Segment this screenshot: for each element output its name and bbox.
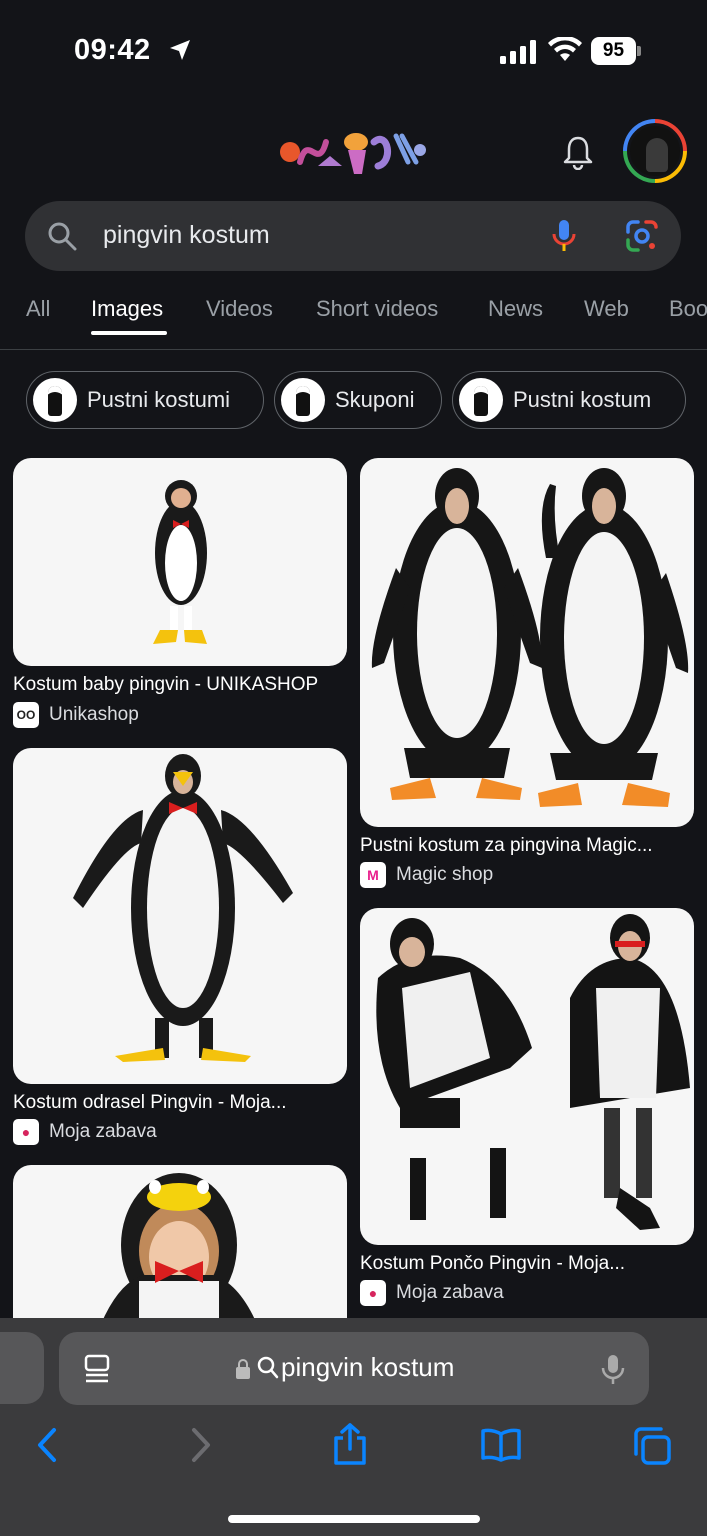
penguin-costume-image — [376, 914, 690, 1230]
tabs-overview-icon[interactable] — [632, 1426, 672, 1466]
source-name: Magic shop — [396, 864, 494, 885]
tab-news[interactable]: News — [488, 296, 543, 322]
battery-indicator: 95 — [591, 37, 641, 65]
result-title[interactable]: Pustni kostum za pingvina Magic... — [360, 835, 653, 857]
active-tab-indicator — [91, 331, 167, 335]
result-source[interactable]: M Magic shop — [360, 862, 493, 888]
dictation-mic-icon[interactable] — [601, 1354, 625, 1386]
battery-cap — [637, 46, 641, 56]
result-source[interactable]: ● Moja zabava — [13, 1119, 157, 1145]
notifications-bell-icon[interactable] — [562, 134, 594, 170]
previous-tab-preview[interactable] — [0, 1332, 44, 1404]
forward-icon[interactable] — [188, 1426, 214, 1464]
image-result[interactable]: Kostum odrasel Pingvin - Moja... ● Moja … — [13, 748, 347, 1146]
lock-icon — [236, 1359, 250, 1379]
image-result[interactable] — [13, 1165, 347, 1345]
share-icon[interactable] — [332, 1422, 368, 1466]
chip-label: Pustni kostumi — [87, 387, 231, 412]
chip-label: Skuponi — [335, 387, 415, 412]
result-source[interactable]: OO Unikashop — [13, 702, 139, 728]
avatar-image — [627, 123, 683, 179]
result-title[interactable]: Kostum baby pingvin - UNIKASHOP — [13, 674, 318, 696]
search-icon — [257, 1356, 279, 1379]
search-tabs: All Images Videos Short videos News Web … — [0, 290, 707, 350]
address-bar[interactable]: pingvin kostum — [59, 1332, 649, 1405]
wifi-icon — [548, 37, 582, 61]
battery-level: 95 — [591, 37, 636, 65]
result-image[interactable] — [13, 458, 347, 666]
source-name: Moja zabava — [396, 1282, 504, 1303]
voice-search-icon[interactable] — [552, 219, 576, 253]
source-favicon: ● — [13, 1119, 39, 1145]
tab-short-videos[interactable]: Short videos — [316, 296, 438, 322]
page-menu-icon[interactable] — [83, 1354, 113, 1384]
chip-skuponi[interactable]: Skuponi — [274, 371, 442, 429]
refinement-chips: Pustni kostumi Skuponi Pustni kostum — [0, 371, 707, 429]
image-result[interactable]: Pustni kostum za pingvina Magic... M Mag… — [360, 458, 694, 888]
result-title[interactable]: Kostum odrasel Pingvin - Moja... — [13, 1092, 287, 1114]
tab-books[interactable]: Boo — [669, 296, 707, 322]
chip-thumbnail — [281, 378, 325, 422]
result-image[interactable] — [360, 458, 694, 827]
chip-pustni-kostumi[interactable]: Pustni kostumi — [26, 371, 264, 429]
search-icon — [48, 222, 77, 251]
result-image[interactable] — [360, 908, 694, 1245]
chip-label: Pustni kostum — [513, 387, 652, 412]
clock: 09:42 — [74, 34, 151, 66]
source-favicon: OO — [13, 702, 39, 728]
penguin-costume-image — [73, 754, 293, 1062]
chip-pustni-kostum[interactable]: Pustni kostum — [452, 371, 686, 429]
result-source[interactable]: ● Moja zabava — [360, 1280, 504, 1306]
location-arrow-icon — [170, 40, 190, 60]
source-favicon: ● — [360, 1280, 386, 1306]
status-bar: 09:42 95 — [0, 0, 707, 100]
google-lens-icon[interactable] — [625, 219, 659, 253]
image-result[interactable]: Kostum Pončo Pingvin - Moja... ● Moja za… — [360, 908, 694, 1308]
result-image[interactable] — [13, 748, 347, 1084]
back-icon[interactable] — [34, 1426, 60, 1464]
search-input[interactable]: pingvin kostum — [25, 201, 681, 271]
result-title[interactable]: Kostum Pončo Pingvin - Moja... — [360, 1253, 625, 1275]
home-indicator[interactable] — [228, 1515, 480, 1523]
tab-videos[interactable]: Videos — [206, 296, 273, 322]
penguin-costume-image — [153, 480, 207, 644]
account-avatar[interactable] — [623, 119, 687, 183]
chip-thumbnail — [459, 378, 503, 422]
tab-web[interactable]: Web — [584, 296, 629, 322]
bookmarks-icon[interactable] — [480, 1428, 522, 1462]
cellular-signal-icon — [500, 40, 536, 64]
penguin-costume-image — [371, 468, 689, 807]
source-name: Unikashop — [49, 704, 139, 725]
chip-thumbnail — [33, 378, 77, 422]
search-query[interactable]: pingvin kostum — [103, 221, 270, 250]
tab-images[interactable]: Images — [91, 296, 163, 322]
address-text[interactable]: pingvin kostum — [281, 1352, 454, 1383]
google-doodle-logo[interactable] — [278, 122, 428, 182]
tab-all[interactable]: All — [26, 296, 50, 322]
source-favicon: M — [360, 862, 386, 888]
source-name: Moja zabava — [49, 1121, 157, 1142]
image-result[interactable]: Kostum baby pingvin - UNIKASHOP OO Unika… — [13, 458, 347, 728]
